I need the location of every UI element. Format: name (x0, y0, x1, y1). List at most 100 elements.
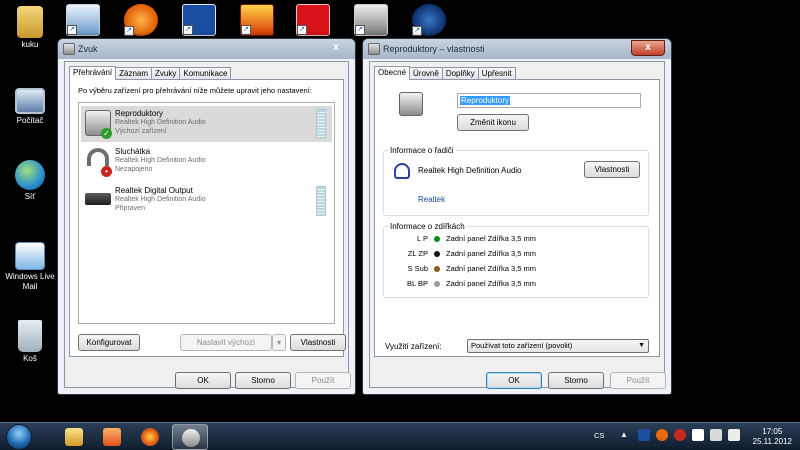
desktop-icon-kuku[interactable]: kuku (0, 6, 60, 50)
speaker-icon (399, 92, 423, 116)
clock-time: 17:05 (762, 427, 783, 436)
configure-button[interactable]: Konfigurovat (78, 334, 140, 351)
firefox-icon (141, 428, 159, 446)
apply-button[interactable]: Použít (295, 372, 351, 389)
speaker-window-icon (368, 43, 380, 55)
jack-color-icon (434, 251, 440, 257)
close-button[interactable]: x (631, 40, 665, 56)
chevron-down-icon: ▾ (276, 338, 281, 347)
media-player-icon (103, 428, 121, 446)
ok-button[interactable]: OK (486, 372, 542, 389)
vendor-link[interactable]: Realtek (418, 195, 445, 204)
desktop-icon-label: Síť (24, 192, 36, 201)
display-tray-icon[interactable] (710, 429, 722, 441)
desktop-icon-label: Koš (23, 354, 37, 363)
shortcut-arrow-icon: ↗ (241, 25, 251, 35)
taskbar-item-media-player[interactable] (94, 424, 130, 450)
level-meter (316, 109, 326, 139)
tab-bar: Obecné Úrovně Doplňky Upřesnit (374, 66, 516, 80)
jack-info-group: Informace o zdířkách L P Zadní panel Zdí… (383, 222, 649, 298)
language-indicator[interactable]: CS (594, 431, 604, 440)
fire-app-icon[interactable]: ↗ (240, 4, 274, 36)
tab-playback[interactable]: Přehrávání (69, 66, 117, 80)
jack-code: L P (417, 234, 428, 243)
controller-group: Informace o řadiči Realtek High Definiti… (383, 146, 649, 216)
digital-output-icon (85, 193, 111, 205)
apply-button[interactable]: Použít (610, 372, 666, 389)
headphones-icon (87, 148, 109, 166)
explorer-icon (65, 428, 83, 446)
jack-code: S Sub (407, 264, 428, 273)
usage-label: Využití zařízení: (385, 342, 442, 351)
level-meter (316, 186, 326, 216)
taskbar-item-sound-settings[interactable] (172, 424, 208, 450)
sound-settings-icon (182, 429, 200, 447)
device-item-speakers[interactable]: ✓ Reproduktory Realtek High Definition A… (81, 106, 332, 142)
device-name-input[interactable]: Reproduktory (457, 93, 641, 108)
window-title: Reproduktory – vlastnosti (383, 44, 485, 54)
device-status: Připraven (115, 205, 145, 212)
avast-tray-icon[interactable] (656, 429, 668, 441)
cancel-button[interactable]: Storno (235, 372, 291, 389)
avast-icon[interactable]: ↗ (124, 4, 158, 36)
shortcut-arrow-icon: ↗ (297, 25, 307, 35)
camera-app-icon[interactable]: ↗ (354, 4, 388, 36)
hp-icon[interactable]: ↗ (412, 4, 446, 36)
jack-color-icon (434, 236, 440, 242)
jack-text: Zadní panel Zdířka 3,5 mm (446, 264, 537, 273)
sound-window: Zvuk x Přehrávání Záznam Zvuky Komunikac… (57, 38, 356, 395)
clock-date: 25.11.2012 (752, 437, 792, 446)
jack-color-icon (434, 266, 440, 272)
device-item-digital-output[interactable]: Realtek Digital Output Realtek High Defi… (81, 183, 332, 219)
jack-text: Zadní panel Zdířka 3,5 mm (446, 249, 537, 258)
recycle-bin-icon (18, 320, 42, 352)
usage-value: Používat toto zařízení (povolit) (471, 341, 573, 350)
speaker-properties-window: Reproduktory – vlastnosti x Obecné Úrovn… (362, 38, 672, 395)
pdf-reader-icon[interactable]: ↗ (296, 4, 330, 36)
controller-properties-button[interactable]: Vlastnosti (584, 161, 640, 178)
volume-tray-icon[interactable] (728, 429, 740, 441)
tab-general[interactable]: Obecné (374, 66, 411, 80)
close-button[interactable]: x (327, 41, 345, 57)
set-default-button[interactable]: Nastavit výchozí (180, 334, 272, 351)
device-status: Výchozí zařízení (115, 128, 167, 135)
desktop-icon-computer[interactable]: Počítač (0, 88, 60, 126)
start-button[interactable] (6, 424, 32, 450)
device-list[interactable]: ✓ Reproduktory Realtek High Definition A… (78, 102, 335, 324)
device-name: Realtek Digital Output (115, 186, 193, 195)
usage-select[interactable]: Používat toto zařízení (povolit) ▼ (467, 339, 649, 353)
clock[interactable]: 17:05 25.11.2012 (753, 427, 792, 447)
zone-alarm-icon[interactable]: ↗ (182, 4, 216, 36)
shortcut-arrow-icon: ↗ (124, 26, 134, 36)
controller-group-label: Informace o řadiči (388, 146, 456, 155)
set-default-dropdown[interactable]: ▾ (272, 334, 286, 351)
zone-alarm-tray-icon[interactable] (638, 429, 650, 441)
jack-code: BL BP (407, 279, 428, 288)
cancel-button[interactable]: Storno (548, 372, 604, 389)
mail-icon (15, 242, 45, 270)
tray-arrow-icon[interactable]: ▲ (620, 429, 632, 441)
controller-name: Realtek High Definition Audio (418, 166, 522, 175)
window-frame: Reproduktory – vlastnosti x (363, 39, 671, 59)
device-name: Reproduktory (115, 109, 164, 118)
desktop-icon-network[interactable]: Síť (0, 160, 60, 202)
taskbar: CS ▲ 17:05 25.11.2012 (0, 422, 800, 450)
desktop-icon-label: Počítač (16, 116, 44, 125)
user-folder-icon (17, 6, 43, 38)
device-driver: Realtek High Definition Audio (115, 119, 206, 126)
device-item-headphones[interactable]: • Sluchátka Realtek High Definition Audi… (81, 144, 332, 180)
jack-text: Zadní panel Zdířka 3,5 mm (446, 234, 537, 243)
taskbar-item-explorer[interactable] (56, 424, 92, 450)
taskbar-item-firefox[interactable] (132, 424, 168, 450)
change-icon-button[interactable]: Změnit ikonu (457, 114, 529, 131)
intro-text: Po výběru zařízení pro přehrávání níže m… (78, 86, 312, 95)
flag-tray-icon[interactable] (692, 429, 704, 441)
properties-button[interactable]: Vlastnosti (290, 334, 346, 351)
desktop-icon-mail[interactable]: Windows Live Mail (0, 242, 60, 292)
shortcut-arrow-icon: ↗ (183, 25, 193, 35)
ok-button[interactable]: OK (175, 372, 231, 389)
security-tray-icon[interactable] (674, 429, 686, 441)
desktop-icon-recycle-bin[interactable]: Koš (0, 320, 60, 364)
control-panel-icon[interactable]: ↗ (66, 4, 100, 36)
shortcut-arrow-icon: ↗ (412, 26, 422, 36)
